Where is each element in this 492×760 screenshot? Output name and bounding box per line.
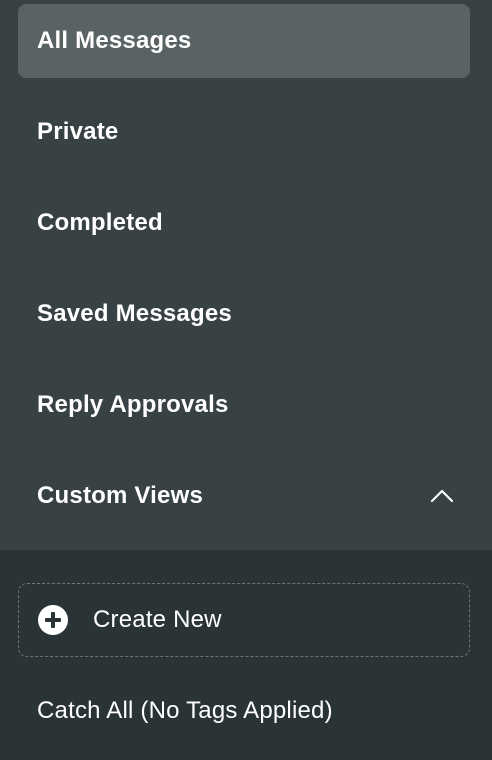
custom-view-label: Catch All (No Tags Applied) bbox=[37, 697, 333, 724]
custom-view-catch-all[interactable]: Catch All (No Tags Applied) bbox=[18, 674, 470, 748]
plus-circle-icon bbox=[38, 605, 68, 635]
nav-item-label: Reply Approvals bbox=[37, 391, 229, 418]
sidebar: All Messages Private Completed Saved Mes… bbox=[0, 0, 492, 760]
nav-item-label: Saved Messages bbox=[37, 300, 232, 327]
nav-item-custom-views[interactable]: Custom Views bbox=[18, 459, 470, 533]
sidebar-nav-section: All Messages Private Completed Saved Mes… bbox=[0, 0, 492, 550]
chevron-up-icon[interactable] bbox=[428, 487, 456, 505]
nav-item-private[interactable]: Private bbox=[18, 95, 470, 169]
nav-item-all-messages[interactable]: All Messages bbox=[18, 4, 470, 78]
create-new-label: Create New bbox=[93, 606, 222, 633]
nav-item-completed[interactable]: Completed bbox=[18, 186, 470, 260]
nav-item-label: Completed bbox=[37, 209, 163, 236]
nav-item-reply-approvals[interactable]: Reply Approvals bbox=[18, 368, 470, 442]
nav-item-label: Private bbox=[37, 118, 119, 145]
custom-views-section: Create New Catch All (No Tags Applied) bbox=[0, 550, 492, 760]
nav-item-saved-messages[interactable]: Saved Messages bbox=[18, 277, 470, 351]
nav-item-label: All Messages bbox=[37, 27, 192, 54]
create-new-button[interactable]: Create New bbox=[18, 583, 470, 657]
nav-item-label: Custom Views bbox=[37, 482, 204, 509]
